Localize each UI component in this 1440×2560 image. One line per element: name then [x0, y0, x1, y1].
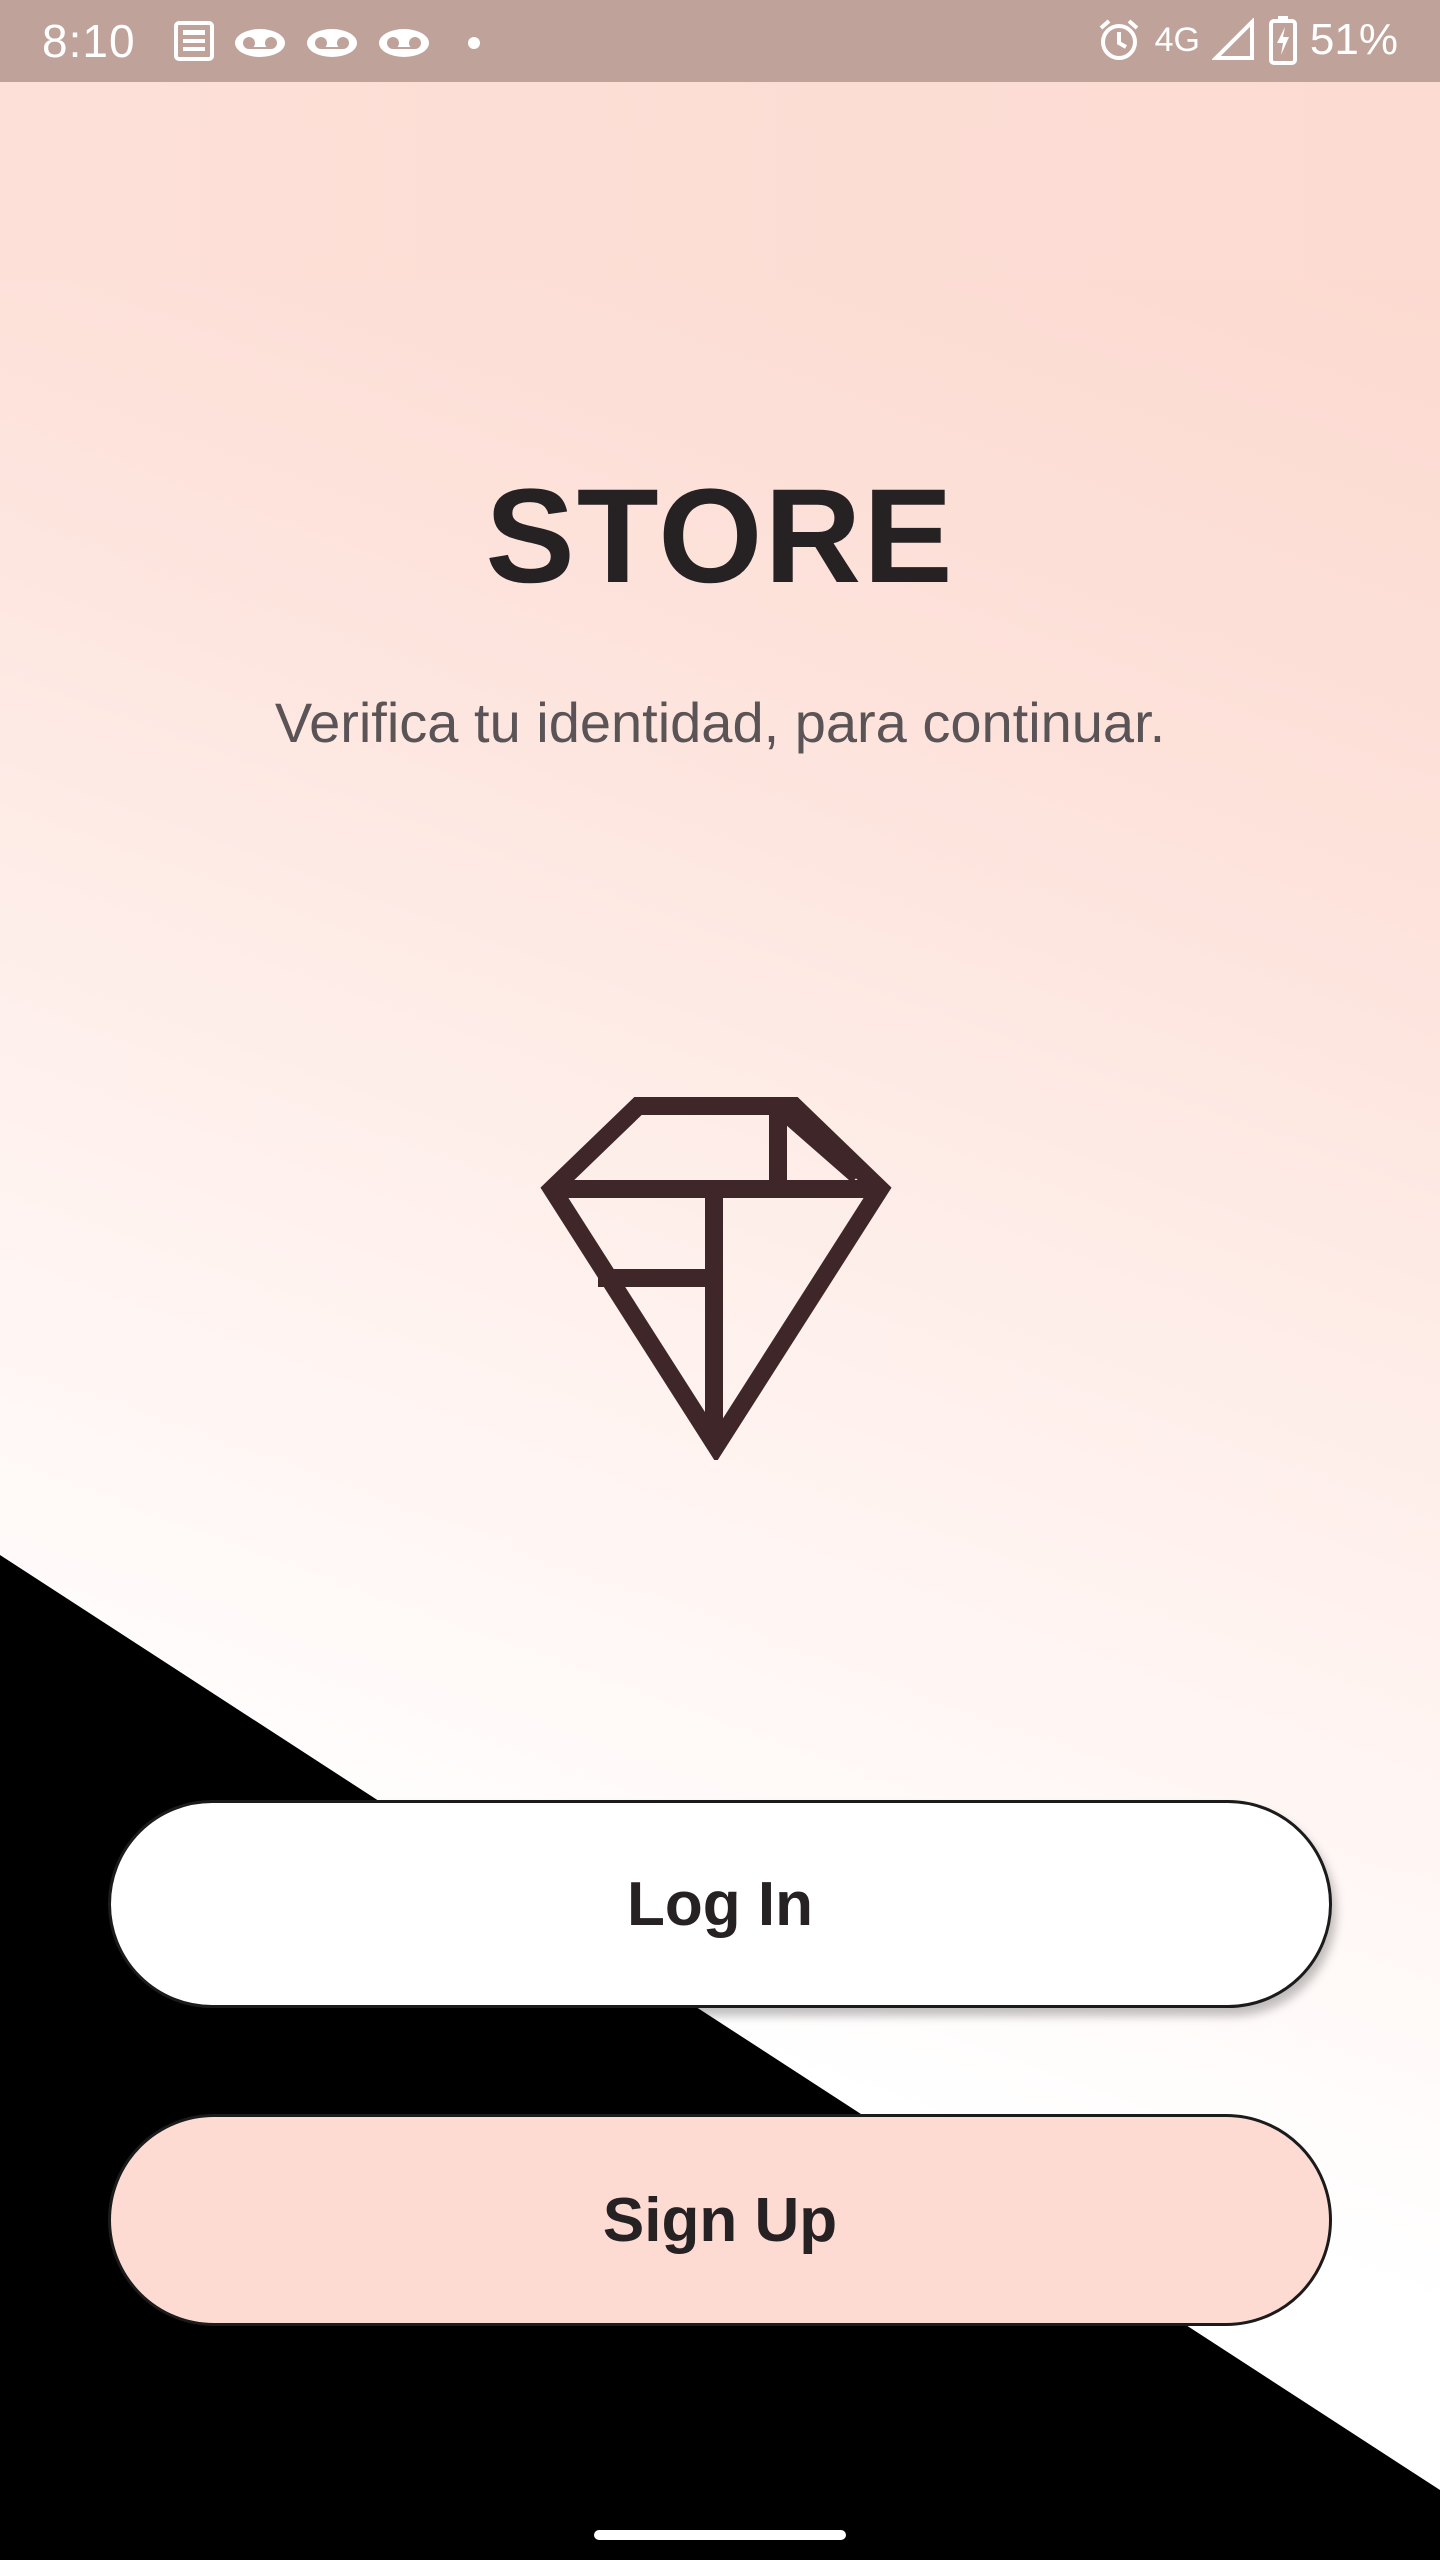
home-indicator[interactable] — [594, 2530, 846, 2540]
notification-icons — [172, 18, 488, 64]
voicemail-icon — [235, 29, 285, 57]
battery-charging-icon — [1268, 16, 1297, 65]
signup-button[interactable]: Sign Up — [108, 2114, 1332, 2326]
system-icons: 4G 51% — [1095, 12, 1398, 68]
status-time: 8:10 — [42, 15, 136, 67]
news-icon — [174, 21, 214, 61]
login-screen: 8:10 4G 51% STORE Verifica tu identidad,… — [0, 0, 1440, 2560]
battery-percentage: 51% — [1309, 15, 1398, 64]
voicemail-icon — [379, 29, 429, 57]
diamond-icon — [540, 1097, 892, 1460]
voicemail-icon — [307, 29, 357, 57]
dot-icon — [468, 37, 480, 49]
login-button[interactable]: Log In — [108, 1800, 1332, 2008]
alarm-icon — [1099, 19, 1138, 60]
signal-icon — [1211, 18, 1254, 60]
app-title: STORE — [485, 462, 955, 611]
subtitle: Verifica tu identidad, para continuar. — [274, 691, 1166, 754]
network-type: 4G — [1154, 20, 1200, 59]
status-bar: 8:10 4G 51% — [0, 0, 1440, 82]
